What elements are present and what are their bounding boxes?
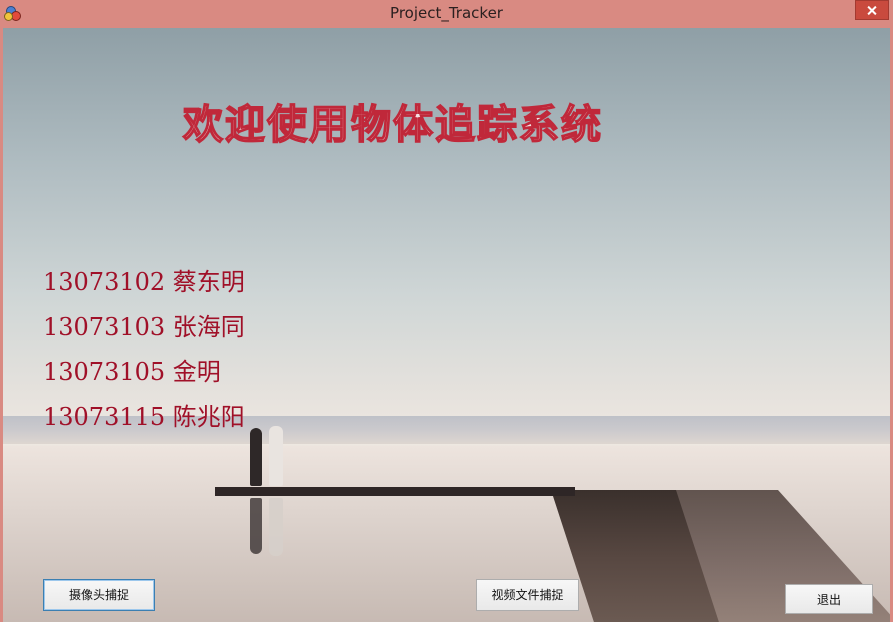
background-figure bbox=[269, 426, 283, 486]
member-item: 13073102 蔡东明 bbox=[43, 268, 245, 296]
background-reflection bbox=[250, 498, 262, 554]
member-item: 13073115 陈兆阳 bbox=[43, 403, 245, 431]
background-reflection bbox=[269, 498, 283, 556]
background-pier-walkway bbox=[215, 487, 575, 496]
background-figure bbox=[250, 428, 262, 486]
main-panel: 欢迎使用物体追踪系统 13073102 蔡东明 13073103 张海同 130… bbox=[3, 28, 890, 622]
video-file-capture-button[interactable]: 视频文件捕捉 bbox=[476, 579, 579, 611]
member-item: 13073105 金明 bbox=[43, 358, 221, 386]
welcome-heading: 欢迎使用物体追踪系统 bbox=[182, 100, 603, 149]
close-button[interactable] bbox=[855, 0, 889, 20]
title-bar[interactable]: Project_Tracker bbox=[0, 0, 893, 28]
exit-button[interactable]: 退出 bbox=[785, 584, 873, 614]
camera-capture-button[interactable]: 摄像头捕捉 bbox=[43, 579, 155, 611]
app-window: Project_Tracker 欢迎使用物体追踪系统 13073102 蔡东明 … bbox=[0, 0, 893, 622]
window-title: Project_Tracker bbox=[390, 4, 503, 22]
member-item: 13073103 张海同 bbox=[43, 313, 245, 341]
member-list: 13073102 蔡东明 13073103 张海同 13073105 金明 13… bbox=[43, 262, 245, 442]
